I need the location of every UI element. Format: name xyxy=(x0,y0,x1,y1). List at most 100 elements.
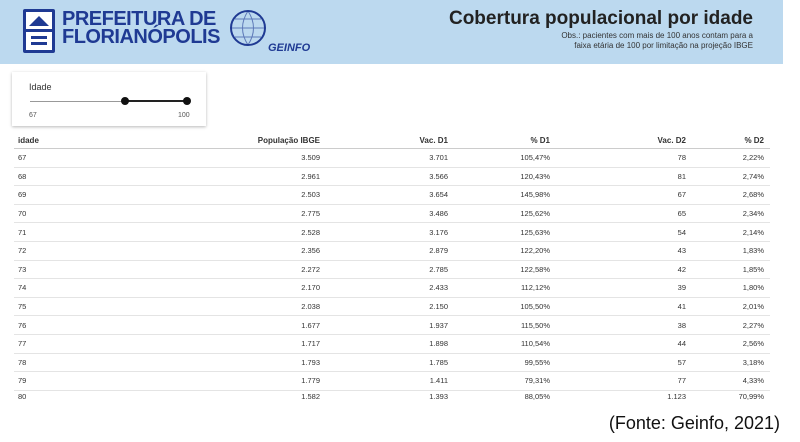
table-cell: 43 xyxy=(556,241,692,261)
table-row: 73 2.272 2.785 122,58% 42 1,85% xyxy=(14,260,770,280)
table-cell: 1.677 xyxy=(118,315,326,335)
table-cell: 2,22% xyxy=(692,148,770,168)
table-row: 76 1.677 1.937 115,50% 38 2,27% xyxy=(14,315,770,335)
slider-min-handle[interactable] xyxy=(121,97,129,105)
table-cell: 80 xyxy=(18,392,27,402)
column-header-pct-d1[interactable]: % D1 xyxy=(454,133,556,149)
obs-line-2: faixa etária de 100 por limitação na pro… xyxy=(574,41,753,50)
slider-max-value: 100 xyxy=(178,112,190,119)
column-header-idade[interactable]: idade xyxy=(14,133,118,149)
table-cell: 2.961 xyxy=(118,167,326,187)
table-cell: 38 xyxy=(556,315,692,335)
table-row: 74 2.170 2.433 112,12% 39 1,80% xyxy=(14,278,770,298)
table-cell: 2.528 xyxy=(118,222,326,242)
table-cell: 73 xyxy=(14,260,118,280)
table-cell: 2.038 xyxy=(118,297,326,317)
table-cell: 2,14% xyxy=(692,222,770,242)
table-cell: 72 xyxy=(14,241,118,261)
table-cell: 105,47% xyxy=(454,148,556,168)
table-cell: 112,12% xyxy=(454,278,556,298)
table-cell: 1.785 xyxy=(326,353,454,373)
table-cell: 1.123 xyxy=(667,392,686,402)
table-cell: 3.566 xyxy=(326,167,454,187)
column-header-vac-d2[interactable]: Vac. D2 xyxy=(556,133,692,149)
table-cell: 79 xyxy=(14,371,118,391)
table-cell: 1.717 xyxy=(118,334,326,354)
slider-selected-range xyxy=(125,100,187,102)
table-cell: 2,27% xyxy=(692,315,770,335)
table-row: 70 2.775 3.486 125,62% 65 2,34% xyxy=(14,204,770,224)
table-cell: 110,54% xyxy=(454,334,556,354)
table-cell: 2,34% xyxy=(692,204,770,224)
table-row: 71 2.528 3.176 125,63% 54 2,14% xyxy=(14,222,770,242)
table-row: 78 1.793 1.785 99,55% 57 3,18% xyxy=(14,353,770,373)
table-cell: 125,63% xyxy=(454,222,556,242)
table-cell: 2.356 xyxy=(118,241,326,261)
page-title: Cobertura populacional por idade xyxy=(448,8,753,29)
table-cell: 88,05% xyxy=(524,392,550,402)
table-cell: 122,20% xyxy=(454,241,556,261)
table-cell: 122,58% xyxy=(454,260,556,280)
table-cell: 99,55% xyxy=(454,353,556,373)
column-header-vac-d1[interactable]: Vac. D1 xyxy=(326,133,454,149)
table-cell: 3.486 xyxy=(326,204,454,224)
table-row: 79 1.779 1.411 79,31% 77 4,33% xyxy=(14,371,770,391)
table-cell: 145,98% xyxy=(454,185,556,205)
table-row: 68 2.961 3.566 120,43% 81 2,74% xyxy=(14,167,770,187)
table-row: 80 1.582 1.393 88,05% 1.123 70,99% xyxy=(14,390,770,403)
table-cell: 42 xyxy=(556,260,692,280)
observation-note: Obs.: pacientes com mais de 100 anos con… xyxy=(561,31,753,51)
table-cell: 77 xyxy=(14,334,118,354)
table-cell: 115,50% xyxy=(454,315,556,335)
table-cell: 2.775 xyxy=(118,204,326,224)
age-range-filter: Idade 67 100 xyxy=(12,72,206,126)
table-cell: 70 xyxy=(14,204,118,224)
table-cell: 2,68% xyxy=(692,185,770,205)
table-cell: 1.779 xyxy=(118,371,326,391)
table-cell: 2.433 xyxy=(326,278,454,298)
table-cell: 1,83% xyxy=(692,241,770,261)
table-cell: 3.176 xyxy=(326,222,454,242)
column-header-pct-d2[interactable]: % D2 xyxy=(692,133,770,149)
table-cell: 81 xyxy=(556,167,692,187)
table-header-row: idade População IBGE Vac. D1 % D1 Vac. D… xyxy=(14,133,770,149)
table-row: 75 2.038 2.150 105,50% 41 2,01% xyxy=(14,297,770,317)
coverage-table: idade População IBGE Vac. D1 % D1 Vac. D… xyxy=(14,133,770,403)
table-row: 77 1.717 1.898 110,54% 44 2,56% xyxy=(14,334,770,354)
filter-label: Idade xyxy=(29,82,52,92)
table-cell: 79,31% xyxy=(454,371,556,391)
dashboard-header: PREFEITURA DE FLORIANÓPOLIS GEINFO Cober… xyxy=(0,0,783,64)
table-cell: 67 xyxy=(556,185,692,205)
city-logo-text: PREFEITURA DE FLORIANÓPOLIS xyxy=(62,9,220,47)
geinfo-label: GEINFO xyxy=(268,42,311,54)
source-caption: (Fonte: Geinfo, 2021) xyxy=(608,413,780,433)
table-cell: 76 xyxy=(14,315,118,335)
obs-line-1: Obs.: pacientes com mais de 100 anos con… xyxy=(561,31,753,40)
slider-min-value: 67 xyxy=(29,112,37,119)
table-cell: 71 xyxy=(14,222,118,242)
table-cell: 2,56% xyxy=(692,334,770,354)
table-cell: 1.937 xyxy=(326,315,454,335)
table-cell: 69 xyxy=(14,185,118,205)
table-cell: 2.879 xyxy=(326,241,454,261)
table-cell: 65 xyxy=(556,204,692,224)
table-cell: 57 xyxy=(556,353,692,373)
table-cell: 1,85% xyxy=(692,260,770,280)
table-cell: 44 xyxy=(556,334,692,354)
slider-max-handle[interactable] xyxy=(183,97,191,105)
table-cell: 3.701 xyxy=(326,148,454,168)
column-header-populacao[interactable]: População IBGE xyxy=(118,133,326,149)
table-cell: 78 xyxy=(14,353,118,373)
table-cell: 1.411 xyxy=(326,371,454,391)
table-cell: 2.785 xyxy=(326,260,454,280)
table-cell: 2.503 xyxy=(118,185,326,205)
table-cell: 68 xyxy=(14,167,118,187)
table-cell: 120,43% xyxy=(454,167,556,187)
table-cell: 2,01% xyxy=(692,297,770,317)
table-cell: 67 xyxy=(14,148,118,168)
table-cell: 77 xyxy=(556,371,692,391)
table-cell: 3,18% xyxy=(692,353,770,373)
table-cell: 2.150 xyxy=(326,297,454,317)
table-cell: 3.509 xyxy=(118,148,326,168)
table-cell: 1.582 xyxy=(301,392,320,402)
